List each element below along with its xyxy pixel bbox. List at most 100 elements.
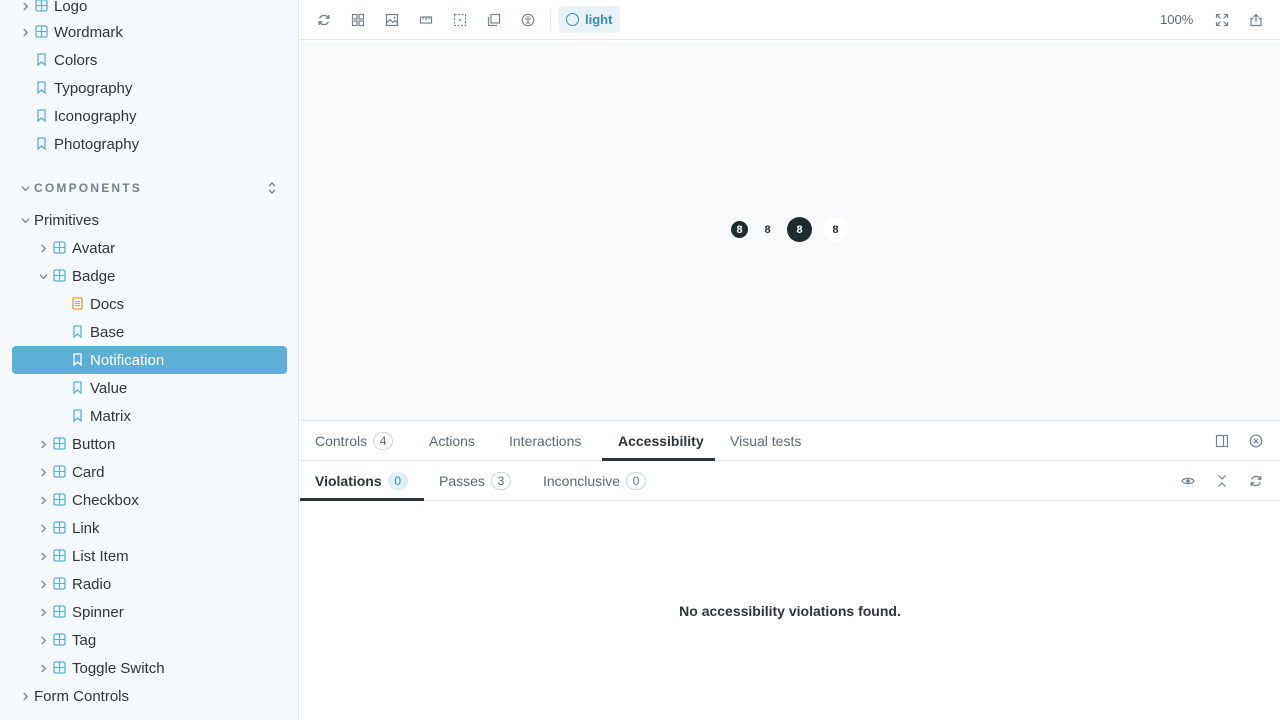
tab-visual-tests[interactable]: Visual tests bbox=[730, 421, 801, 461]
subtab-count: 3 bbox=[490, 472, 511, 490]
chevron-down-icon[interactable] bbox=[20, 183, 30, 193]
circle-icon bbox=[566, 13, 579, 26]
sidebar-item-radio[interactable]: Radio bbox=[12, 570, 287, 598]
sidebar-item-logo[interactable]: Logo bbox=[12, 0, 287, 20]
sidebar-item-form-controls[interactable]: Form Controls bbox=[12, 682, 287, 710]
chevron-right-icon[interactable] bbox=[20, 691, 30, 701]
preview-canvas: 8 8 8 8 bbox=[300, 41, 1280, 420]
sidebar-item-tag[interactable]: Tag bbox=[12, 626, 287, 654]
tab-label: Accessibility bbox=[618, 433, 704, 449]
sidebar-item-label: Colors bbox=[54, 51, 98, 69]
sidebar-item-toggle-switch[interactable]: Toggle Switch bbox=[12, 654, 287, 682]
image-icon[interactable] bbox=[382, 10, 402, 30]
subtab-label: Inconclusive bbox=[543, 473, 621, 489]
zoom-level[interactable]: 100% bbox=[1160, 12, 1193, 27]
reload-icon[interactable] bbox=[314, 10, 334, 30]
outline-icon[interactable] bbox=[450, 10, 470, 30]
sidebar-item-label: Tag bbox=[72, 631, 97, 649]
share-icon[interactable] bbox=[1246, 10, 1266, 30]
component-icon bbox=[53, 465, 66, 478]
toolbar-divider bbox=[550, 10, 551, 30]
theme-label: light bbox=[585, 12, 613, 27]
chevron-right-icon[interactable] bbox=[38, 551, 48, 561]
chevron-down-icon[interactable] bbox=[38, 271, 48, 281]
addons-panel: Controls 4 Actions Interactions Accessib… bbox=[300, 420, 1280, 720]
fullscreen-icon[interactable] bbox=[1212, 10, 1232, 30]
sidebar-item-avatar[interactable]: Avatar bbox=[12, 234, 287, 262]
toolbar: light 100% bbox=[300, 0, 1280, 40]
sidebar-item-notification[interactable]: Notification bbox=[12, 346, 287, 374]
sidebar-item-link[interactable]: Link bbox=[12, 514, 287, 542]
chevron-down-icon[interactable] bbox=[20, 215, 30, 225]
close-icon[interactable] bbox=[1248, 433, 1264, 449]
sidebar-item-label: List Item bbox=[72, 547, 129, 565]
sidebar-item-photography[interactable]: Photography bbox=[12, 130, 287, 158]
subtab-passes[interactable]: Passes 3 bbox=[439, 461, 511, 501]
sidebar-item-card[interactable]: Card bbox=[12, 458, 287, 486]
sidebar-item-label: Typography bbox=[54, 79, 133, 97]
sidebar-item-spinner[interactable]: Spinner bbox=[12, 598, 287, 626]
chevron-right-icon[interactable] bbox=[38, 495, 48, 505]
component-icon bbox=[53, 605, 66, 618]
tab-accessibility[interactable]: Accessibility bbox=[618, 421, 704, 461]
sidebar-item-badge[interactable]: Badge bbox=[12, 262, 287, 290]
chevron-right-icon[interactable] bbox=[38, 635, 48, 645]
sidebar-item-matrix[interactable]: Matrix bbox=[12, 402, 287, 430]
chevron-right-icon[interactable] bbox=[20, 1, 30, 11]
sidebar-item-label: Avatar bbox=[72, 239, 116, 257]
grid-icon[interactable] bbox=[348, 10, 368, 30]
sidebar: Logo Wordmark Colors Typography Iconogra… bbox=[0, 0, 299, 720]
tab-actions[interactable]: Actions bbox=[429, 421, 475, 461]
sidebar-item-iconography[interactable]: Iconography bbox=[12, 102, 287, 130]
sidebar-item-label: Primitives bbox=[34, 211, 100, 229]
component-icon bbox=[53, 633, 66, 646]
chevron-right-icon[interactable] bbox=[38, 523, 48, 533]
chevron-right-icon[interactable] bbox=[38, 579, 48, 589]
subtab-violations[interactable]: Violations 0 bbox=[315, 461, 408, 501]
sidebar-item-wordmark[interactable]: Wordmark bbox=[12, 18, 287, 46]
sidebar-item-label: Form Controls bbox=[34, 687, 130, 705]
eye-icon[interactable] bbox=[1180, 473, 1196, 489]
sidebar-item-list-item[interactable]: List Item bbox=[12, 542, 287, 570]
component-icon bbox=[53, 437, 66, 450]
empty-state-message: No accessibility violations found. bbox=[679, 603, 901, 619]
notification-badge: 8 bbox=[731, 221, 748, 238]
panel-orientation-icon[interactable] bbox=[1214, 433, 1230, 449]
bookmark-icon bbox=[71, 325, 84, 338]
chevron-right-icon[interactable] bbox=[38, 663, 48, 673]
component-icon bbox=[35, 25, 48, 38]
ruler-icon[interactable] bbox=[416, 10, 436, 30]
sidebar-item-label: Wordmark bbox=[54, 23, 123, 41]
section-header-components[interactable]: COMPONENTS bbox=[12, 174, 287, 202]
sidebar-item-typography[interactable]: Typography bbox=[12, 74, 287, 102]
chevron-right-icon[interactable] bbox=[20, 27, 30, 37]
rerun-icon[interactable] bbox=[1248, 473, 1264, 489]
chevron-right-icon[interactable] bbox=[38, 243, 48, 253]
sidebar-item-base[interactable]: Base bbox=[12, 318, 287, 346]
sidebar-item-docs[interactable]: Docs bbox=[12, 290, 287, 318]
sidebar-item-button[interactable]: Button bbox=[12, 430, 287, 458]
sidebar-item-primitives[interactable]: Primitives bbox=[12, 206, 287, 234]
sidebar-item-label: Docs bbox=[90, 295, 125, 313]
subtab-count: 0 bbox=[626, 472, 647, 490]
sidebar-item-label: Badge bbox=[72, 267, 116, 285]
sidebar-item-label: Toggle Switch bbox=[72, 659, 165, 677]
subtab-count: 0 bbox=[387, 472, 408, 490]
expand-collapse-icon[interactable] bbox=[265, 180, 279, 196]
sidebar-item-checkbox[interactable]: Checkbox bbox=[12, 486, 287, 514]
sidebar-item-colors[interactable]: Colors bbox=[12, 46, 287, 74]
tab-controls[interactable]: Controls 4 bbox=[315, 421, 394, 461]
accessibility-icon[interactable] bbox=[518, 10, 538, 30]
sidebar-item-value[interactable]: Value bbox=[12, 374, 287, 402]
tab-interactions[interactable]: Interactions bbox=[509, 421, 581, 461]
chevron-right-icon[interactable] bbox=[38, 607, 48, 617]
layers-icon[interactable] bbox=[484, 10, 504, 30]
subtab-inconclusive[interactable]: Inconclusive 0 bbox=[543, 461, 647, 501]
chevron-right-icon[interactable] bbox=[38, 439, 48, 449]
sidebar-item-label: Base bbox=[90, 323, 125, 341]
component-icon bbox=[53, 661, 66, 674]
sidebar-item-label: Notification bbox=[90, 351, 165, 369]
theme-switcher-button[interactable]: light bbox=[559, 6, 620, 33]
collapse-all-icon[interactable] bbox=[1214, 473, 1230, 489]
chevron-right-icon[interactable] bbox=[38, 467, 48, 477]
